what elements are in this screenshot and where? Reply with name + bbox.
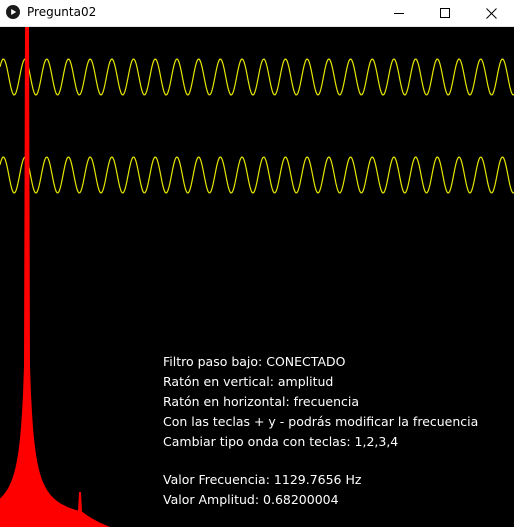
wave-type-hint: Cambiar tipo onda con teclas: 1,2,3,4 xyxy=(163,434,399,449)
spectrum-bars xyxy=(0,27,110,527)
close-icon xyxy=(485,7,497,19)
title-bar: Pregunta02 xyxy=(0,0,514,27)
maximize-icon xyxy=(440,8,450,18)
amplitude-value: Valor Amplitud: 0.68200004 xyxy=(163,492,339,507)
sketch-canvas[interactable]: Filtro paso bajo: CONECTADO Ratón en ver… xyxy=(0,27,514,527)
processing-app-icon xyxy=(6,5,20,19)
visualization xyxy=(0,27,514,527)
close-button[interactable] xyxy=(468,0,514,26)
minimize-icon xyxy=(394,13,404,14)
waveform-left-channel xyxy=(0,58,514,96)
filter-status-text: Filtro paso bajo: CONECTADO xyxy=(163,354,346,369)
keys-frequency-hint: Con las teclas + y - podrás modificar la… xyxy=(163,414,479,429)
frequency-value: Valor Frecuencia: 1129.7656 Hz xyxy=(163,472,362,487)
minimize-button[interactable] xyxy=(376,0,422,26)
horizontal-mouse-hint: Ratón en horizontal: frecuencia xyxy=(163,394,360,409)
vertical-mouse-hint: Ratón en vertical: amplitud xyxy=(163,374,334,389)
maximize-button[interactable] xyxy=(422,0,468,26)
window-title: Pregunta02 xyxy=(27,5,97,19)
waveform-right-channel xyxy=(0,156,514,194)
